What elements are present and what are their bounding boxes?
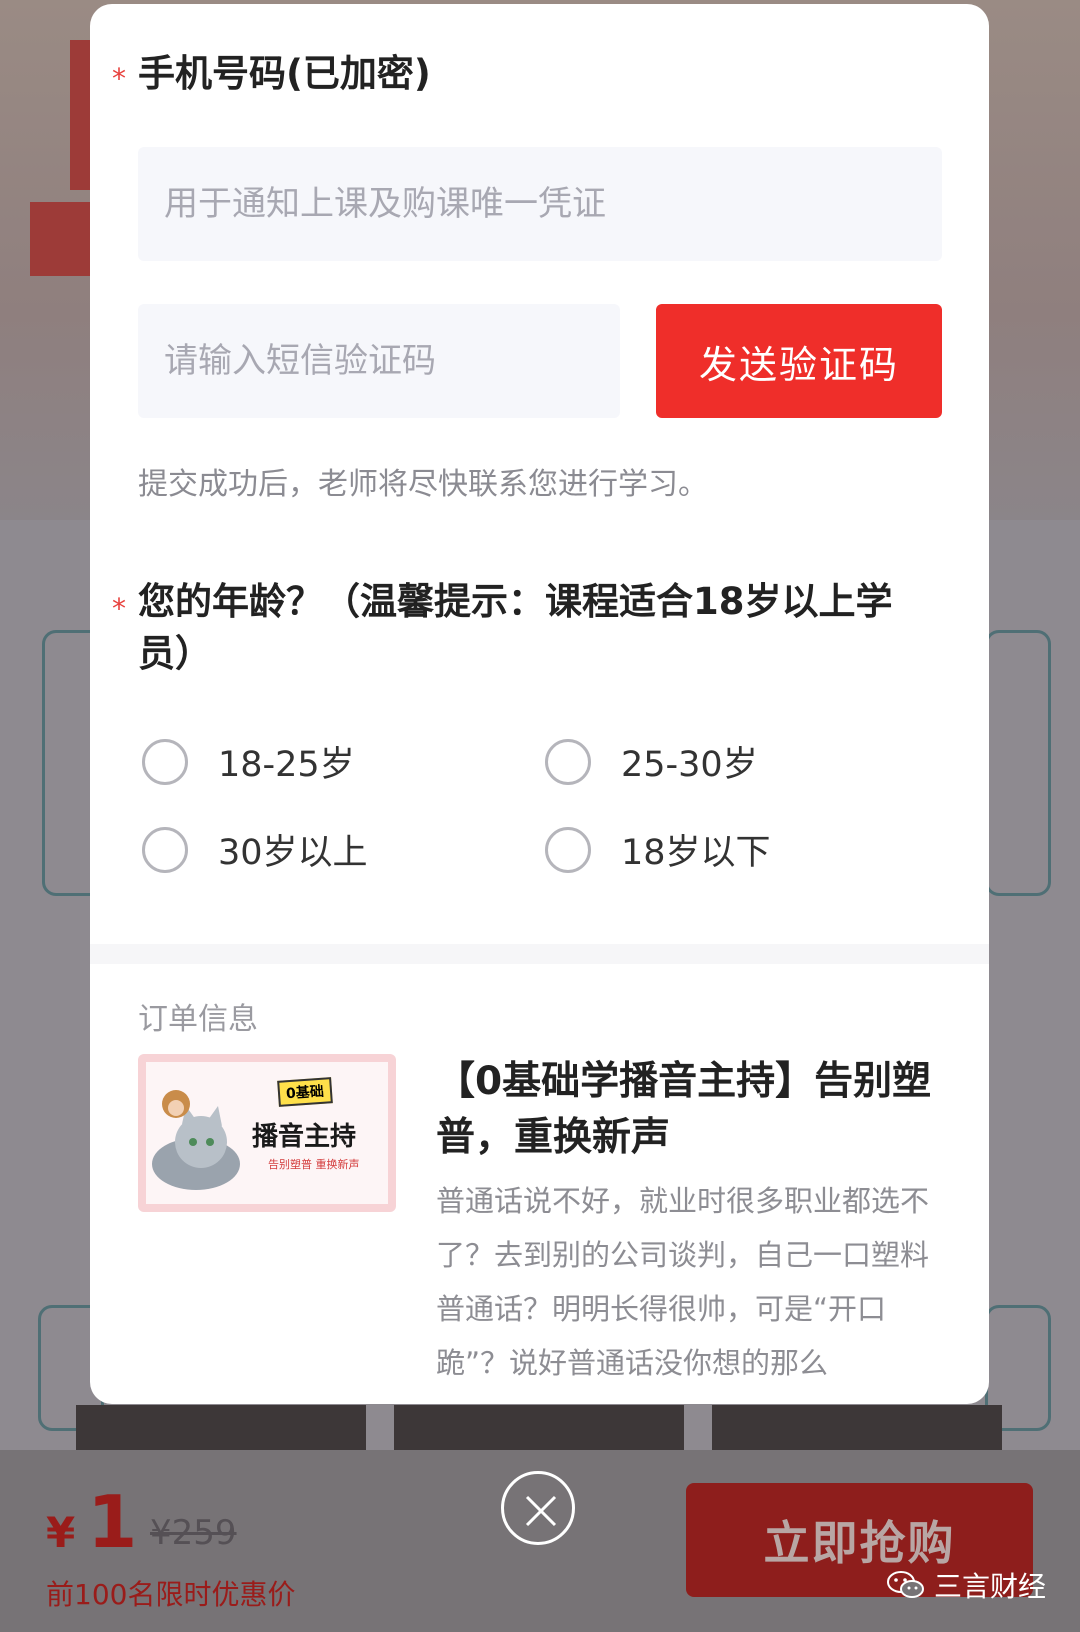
close-modal-button[interactable] <box>501 1471 575 1545</box>
order-section-title: 订单信息 <box>138 1002 258 1037</box>
required-mark: * <box>112 592 126 625</box>
promo-text: 前100名限时优惠价 <box>46 1578 296 1611</box>
close-icon <box>525 1495 557 1527</box>
teacher-photo <box>394 1405 684 1450</box>
thumbnail-tag: 0基础 <box>277 1077 333 1107</box>
radio-button[interactable] <box>545 738 591 785</box>
section-divider <box>90 944 989 964</box>
current-price: ¥1 <box>46 1480 137 1564</box>
currency-symbol: ¥ <box>46 1508 76 1557</box>
watermark: 三言财经 <box>886 1565 1046 1605</box>
course-title: 【0基础学播音主持】告别塑普，重换新声 <box>436 1059 932 1160</box>
phone-label: 手机号码(已加密) <box>138 52 431 95</box>
teacher-photo <box>712 1405 1002 1450</box>
cat-illustration <box>152 1090 240 1190</box>
watermark-text: 三言财经 <box>934 1570 1047 1603</box>
wechat-icon <box>887 1571 924 1598</box>
background-card <box>985 630 1051 896</box>
age-option-18-25[interactable]: 18-25岁 <box>142 736 355 787</box>
age-option-label: 30岁以上 <box>218 833 368 873</box>
price-value: 1 <box>87 1480 138 1564</box>
age-question: 您的年龄？（温馨提示：课程适合18岁以上学员） <box>138 580 893 675</box>
course-description: 普通话说不好，就业时很多职业都选不了？去到别的公司谈判，自己一口塑料普通话？明明… <box>436 1184 930 1380</box>
original-price: ¥259 <box>150 1513 237 1553</box>
signup-modal: * 手机号码(已加密) 发送验证码 提交成功后，老师将尽快联系您进行学习。 * … <box>90 4 989 1404</box>
teacher-photo <box>76 1405 366 1450</box>
age-option-30-plus[interactable]: 30岁以上 <box>142 824 368 875</box>
submit-hint: 提交成功后，老师将尽快联系您进行学习。 <box>138 467 708 502</box>
thumbnail-title: 播音主持 <box>252 1122 357 1152</box>
age-option-label: 18-25岁 <box>218 745 355 785</box>
radio-button[interactable] <box>142 826 188 873</box>
radio-button[interactable] <box>142 738 188 785</box>
age-option-25-30[interactable]: 25-30岁 <box>545 736 758 787</box>
age-option-label: 25-30岁 <box>621 745 758 785</box>
age-option-label: 18岁以下 <box>621 833 771 873</box>
age-option-under-18[interactable]: 18岁以下 <box>545 824 771 875</box>
phone-input[interactable] <box>138 147 942 261</box>
radio-button[interactable] <box>545 826 591 873</box>
thumbnail-subtitle: 告别塑普 重换新声 <box>268 1158 360 1171</box>
course-thumbnail[interactable]: 0基础 播音主持 告别塑普 重换新声 <box>138 1054 396 1212</box>
required-mark: * <box>112 62 126 95</box>
sms-code-input[interactable] <box>138 304 620 418</box>
send-code-button[interactable]: 发送验证码 <box>656 304 942 418</box>
